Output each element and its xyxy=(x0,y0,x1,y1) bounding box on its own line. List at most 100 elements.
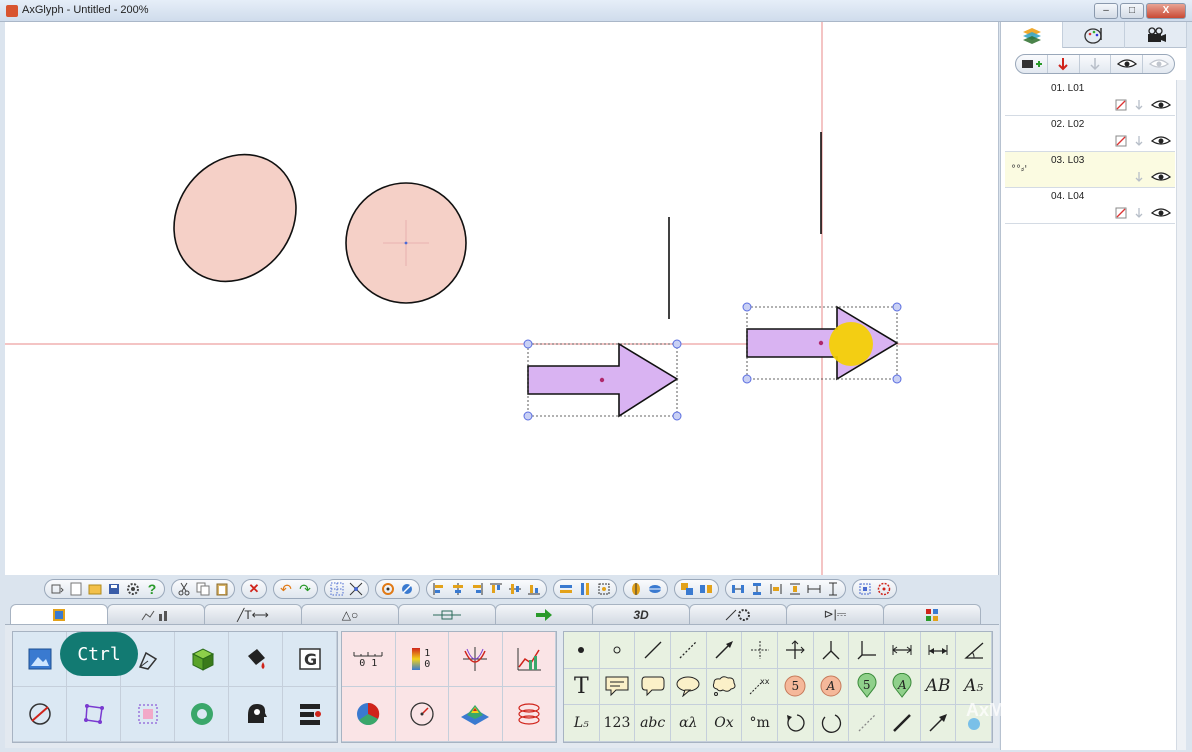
italic-text-tool[interactable]: abc xyxy=(635,705,671,742)
redo-button[interactable]: ↷ xyxy=(297,581,313,597)
tab-animation[interactable] xyxy=(1125,22,1187,48)
crosshair-tool[interactable] xyxy=(742,632,778,669)
number-pin-tool[interactable]: 5 xyxy=(849,668,885,706)
point-tool[interactable] xyxy=(564,632,600,669)
dimension-tool[interactable] xyxy=(885,632,921,669)
add-layer-button[interactable] xyxy=(1016,55,1048,73)
pie-chart-tool[interactable] xyxy=(342,687,396,742)
unit-text-tool[interactable]: °m xyxy=(742,705,778,742)
number-circle-tool[interactable]: 5 xyxy=(778,668,814,706)
thick-line-tool[interactable] xyxy=(885,705,921,742)
ungroup-button[interactable] xyxy=(698,581,714,597)
tab-insert[interactable] xyxy=(10,604,108,624)
tab-electronics[interactable]: ⊳|⎓ xyxy=(786,604,884,624)
fill-tool[interactable] xyxy=(229,632,283,687)
callout-oval-tool[interactable] xyxy=(671,668,707,706)
segment-label-tool[interactable]: AB xyxy=(920,668,957,706)
equal-width-button[interactable] xyxy=(768,581,784,597)
layer-scrollbar[interactable] xyxy=(1176,80,1186,750)
align-right-button[interactable] xyxy=(469,581,485,597)
group-button[interactable] xyxy=(679,581,695,597)
edit-lock-icon[interactable] xyxy=(1115,207,1127,219)
label-line-tool[interactable]: xx xyxy=(742,668,778,706)
merge-down-icon[interactable] xyxy=(1133,135,1145,147)
undo-button[interactable]: ↶ xyxy=(278,581,294,597)
align-left-button[interactable] xyxy=(431,581,447,597)
delete-button[interactable]: ✕ xyxy=(246,581,262,597)
axes-tool[interactable] xyxy=(778,632,814,669)
fit-height-button[interactable] xyxy=(825,581,841,597)
minimize-button[interactable]: – xyxy=(1094,3,1118,19)
colorbar-tool[interactable]: 1 0 xyxy=(395,632,449,687)
eye-icon[interactable] xyxy=(1151,171,1171,183)
merge-down-icon[interactable] xyxy=(1133,99,1145,111)
tab-circuit[interactable] xyxy=(398,604,496,624)
crop-button[interactable] xyxy=(857,581,873,597)
close-button[interactable]: X xyxy=(1146,3,1186,19)
dashed-line-tool[interactable] xyxy=(671,632,707,669)
arc-tool[interactable] xyxy=(813,705,850,742)
settings-button[interactable] xyxy=(125,581,141,597)
layer-row-selected[interactable]: °°⸗' 03. L03 xyxy=(1005,152,1175,188)
orbit-tool[interactable] xyxy=(13,687,67,742)
axis-label-tool[interactable]: Ox xyxy=(706,705,743,742)
hollow-point-tool[interactable] xyxy=(599,632,636,669)
list-tool[interactable] xyxy=(283,687,337,742)
distribute-h-button[interactable] xyxy=(558,581,574,597)
tab-shapes[interactable]: △○ xyxy=(301,604,399,624)
drawing-canvas[interactable] xyxy=(5,22,999,575)
new-button[interactable] xyxy=(68,581,84,597)
tab-arrows[interactable] xyxy=(495,604,593,624)
angle-tool[interactable] xyxy=(956,632,992,669)
tab-mechanics[interactable] xyxy=(689,604,787,624)
edit-lock-icon[interactable] xyxy=(1115,99,1127,111)
gauge-tool[interactable] xyxy=(395,687,449,742)
align-top-button[interactable] xyxy=(488,581,504,597)
idea-tool[interactable] xyxy=(229,687,283,742)
dimension-2-tool[interactable] xyxy=(920,632,957,669)
fit-width-button[interactable] xyxy=(806,581,822,597)
subscript-text-tool[interactable]: L₅ xyxy=(564,705,600,742)
axes-3d-tool[interactable] xyxy=(813,632,850,669)
frame-tool[interactable] xyxy=(121,687,175,742)
arc-arrow-tool[interactable] xyxy=(778,705,814,742)
ellipse-shape[interactable] xyxy=(149,130,321,306)
arrow-line-tool[interactable] xyxy=(706,632,743,669)
callout-cloud-tool[interactable] xyxy=(706,668,743,706)
bezier-tool[interactable] xyxy=(67,687,121,742)
number-text-tool[interactable]: 123 xyxy=(599,705,636,742)
align-center-button[interactable] xyxy=(450,581,466,597)
cut-button[interactable] xyxy=(176,581,192,597)
help-button[interactable]: ? xyxy=(144,581,160,597)
target-button[interactable] xyxy=(876,581,892,597)
layer-row[interactable]: 02. L02 xyxy=(1005,116,1175,152)
grid-button[interactable] xyxy=(329,581,345,597)
tab-charts[interactable] xyxy=(107,604,205,624)
eye-icon[interactable] xyxy=(1151,99,1171,111)
merge-down-icon[interactable] xyxy=(1133,171,1145,183)
edit-lock-icon[interactable] xyxy=(1115,135,1127,147)
open-button[interactable] xyxy=(87,581,103,597)
vector-tool[interactable] xyxy=(920,705,957,742)
align-middle-button[interactable] xyxy=(507,581,523,597)
snap-button[interactable] xyxy=(348,581,364,597)
dashed-diagonal-tool[interactable] xyxy=(849,705,885,742)
gallery-tool[interactable]: G xyxy=(283,632,337,687)
greek-text-tool[interactable]: αλ xyxy=(671,705,707,742)
tab-more[interactable] xyxy=(883,604,981,624)
maximize-button[interactable]: □ xyxy=(1120,3,1144,19)
ruler-tool[interactable]: 0 1 xyxy=(342,632,396,687)
tab-layers[interactable] xyxy=(1001,22,1063,48)
tab-3d[interactable]: 3D xyxy=(592,604,690,624)
letter-circle-tool[interactable]: A xyxy=(813,668,850,706)
move-down-button[interactable] xyxy=(1048,55,1080,73)
show-all-button[interactable] xyxy=(1111,55,1144,73)
merge-down-icon[interactable] xyxy=(1133,207,1145,219)
3d-box-tool[interactable] xyxy=(175,632,229,687)
tab-styles[interactable] xyxy=(1063,22,1125,48)
center-button[interactable] xyxy=(596,581,612,597)
paste-button[interactable] xyxy=(214,581,230,597)
axes-corner-tool[interactable] xyxy=(849,632,885,669)
callout-round-tool[interactable] xyxy=(635,668,671,706)
insert-image-tool[interactable] xyxy=(13,632,67,687)
